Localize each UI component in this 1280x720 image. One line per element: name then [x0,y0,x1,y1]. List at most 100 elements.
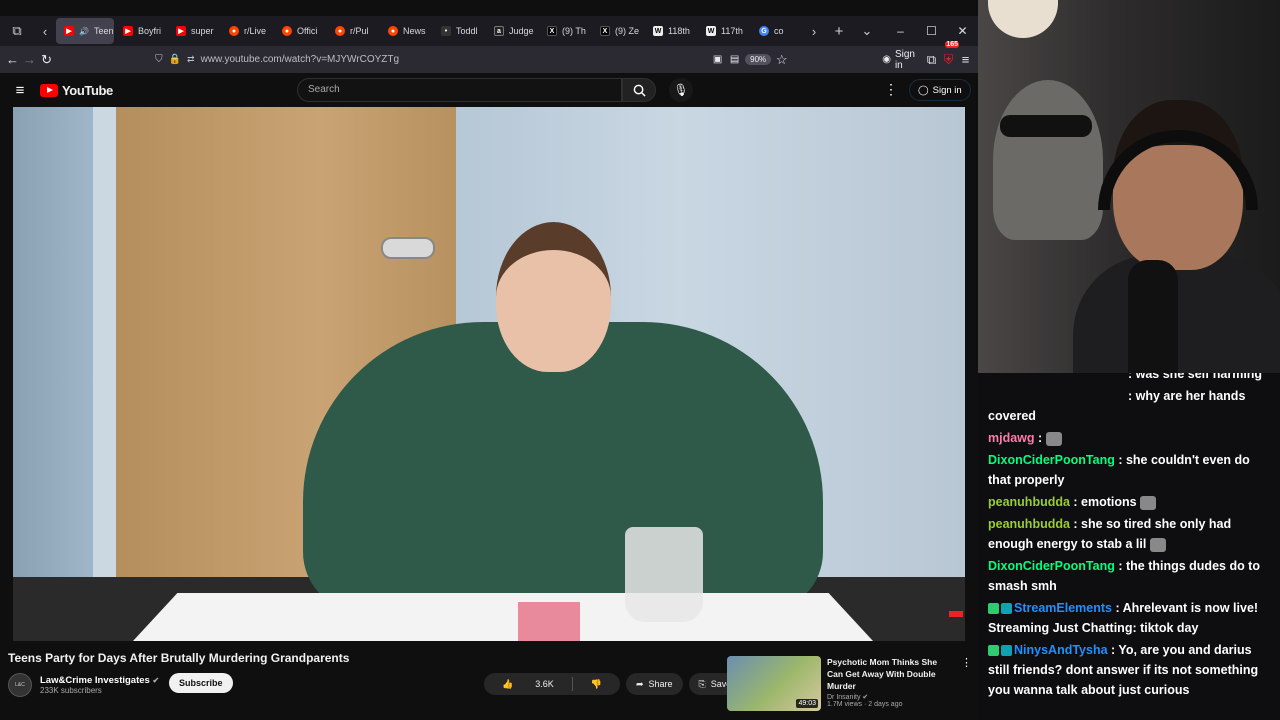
reload-icon[interactable]: ↻ [40,49,53,71]
search-input[interactable]: Search [297,78,622,102]
subscriber-count: 233K subscribers [40,686,102,695]
youtube-play-icon [40,83,58,97]
tab-label: Boyfri [138,26,162,36]
dislike-button[interactable]: 👎 [573,679,620,690]
zoom-level[interactable]: 90% [745,54,772,65]
stream-chat: : was she self harming: why are her hand… [978,373,1280,720]
browser-window: ⧉ ‹ ▶ 🔊 Teen ✕ ▶ Boyfri ▶ super ● r/Live ● Offici ● r… [0,0,978,720]
account-icon: ◉ [882,54,891,65]
ublock-icon[interactable]: ⛨ 165 [942,40,960,71]
shield-icon[interactable]: ⛉ [155,54,163,65]
like-dislike-group: 👍 3.6K 👎 [484,673,620,695]
like-button[interactable]: 👍 3.6K [484,679,572,690]
picture-in-picture-icon[interactable]: ▣ [711,49,724,71]
recommended-thumbnail[interactable]: 49:03 [727,656,821,711]
youtube-signin-button[interactable]: ◯ Sign in [909,79,971,101]
recommended-video[interactable]: 49:03 Psychotic Mom Thinks She Can Get A… [727,656,972,714]
share-button[interactable]: ➦ Share [625,673,683,695]
tab-13[interactable]: Gco [751,18,803,44]
recommended-title[interactable]: Psychotic Mom Thinks She Can Get Away Wi… [827,656,951,692]
youtube-logo[interactable]: YouTube [40,83,113,98]
forward-icon[interactable]: → [23,49,36,71]
new-tab-icon[interactable]: + [825,16,853,46]
close-window-icon[interactable]: ✕ [947,24,978,38]
reddit-favicon-icon: ● [335,26,345,36]
tab-9[interactable]: X (9) Th [539,18,591,44]
tab-label: Toddl [456,26,478,36]
tab-10[interactable]: X (9) Ze [592,18,644,44]
tab-12[interactable]: W 117th [698,18,750,44]
moderator-badge-icon [988,603,999,615]
chat-message: DixonCiderPoonTang : the things dudes do… [988,556,1272,596]
tab-2[interactable]: ▶ super [168,18,220,44]
subscribe-button[interactable]: Subscribe [169,673,233,693]
voice-search-icon[interactable]: 🎙 [669,78,693,102]
chat-username[interactable]: DixonCiderPoonTang [988,453,1115,467]
app-menu-icon[interactable]: ≡ [959,49,972,71]
tab-0[interactable]: ▶🔊Teen✕ [56,18,114,44]
youtube-favicon-icon: ▶ [176,26,186,36]
speaker-icon[interactable]: 🔊 [79,27,89,36]
youtube-favicon-icon: ▶ [64,26,74,36]
webcam-poster-glasses [1000,115,1092,137]
extensions-icon[interactable]: ⧉ [925,49,938,71]
tab-7[interactable]: • Toddl [433,18,485,44]
tab-6[interactable]: ● News [380,18,432,44]
video-frame-cup [625,527,703,622]
lock-icon[interactable]: 🔒 [169,54,181,65]
tab-8[interactable]: a Judge [486,18,538,44]
settings-kebab-icon[interactable]: ⋮ [884,81,898,98]
back-icon[interactable]: ← [6,49,19,71]
webcam-feed [978,0,1280,373]
video-title: Teens Party for Days After Brutally Murd… [8,651,350,665]
tab-5[interactable]: ● r/Pul [327,18,379,44]
tab-11[interactable]: W 118th [645,18,697,44]
tab-3[interactable]: ● r/Live [221,18,273,44]
scroll-tabs-left-icon[interactable]: ‹ [34,16,56,46]
chat-username[interactable]: NinysAndTysha [1014,643,1108,657]
browser-account-button[interactable]: ◉ Sign in [876,49,921,71]
youtube-signin-label: Sign in [932,84,962,96]
chat-message: : was she self harming [988,373,1272,384]
chat-text: : emotions [1069,495,1141,509]
tab-4[interactable]: ● Offici [274,18,326,44]
chat-username[interactable]: StreamElements [1014,601,1112,615]
minimize-icon[interactable]: – [885,24,916,38]
tab-label: 118th [668,26,690,36]
like-count: 3.6K [535,679,554,689]
tab-overview-icon[interactable]: ⧉ [0,16,34,46]
scroll-tabs-right-icon[interactable]: › [803,16,825,46]
maximize-icon[interactable]: ☐ [916,24,947,38]
tab-label: r/Pul [350,26,369,36]
extension-badge: 165 [945,40,960,48]
verified-icon: ✔ [152,676,160,685]
chat-text: : was she self harming [1128,373,1263,381]
webcam-microphone [1128,260,1178,373]
x-favicon-icon: X [600,26,610,36]
reddit-favicon-icon: ● [282,26,292,36]
chat-username[interactable]: DixonCiderPoonTang [988,559,1115,573]
channel-name[interactable]: Law&Crime Investigates ✔ [40,675,159,686]
recommended-kebab-icon[interactable]: ⋮ [961,656,972,714]
search-button[interactable] [622,78,656,102]
bookmark-star-icon[interactable]: ☆ [775,49,788,71]
reader-view-icon[interactable]: ▤ [728,49,741,71]
search-icon [633,84,646,97]
wikipedia-favicon-icon: W [653,26,663,36]
chat-username[interactable]: peanuhbudda [988,495,1070,509]
tab-list-icon[interactable]: ⌄ [853,16,881,46]
channel-avatar[interactable]: L&C [8,673,32,697]
guide-menu-icon[interactable]: ≡ [0,82,40,99]
abc-favicon-icon: a [494,26,504,36]
generic-favicon-icon: • [441,26,451,36]
video-player[interactable] [13,107,965,641]
tab-1[interactable]: ▶ Boyfri [115,18,167,44]
chat-username[interactable]: peanuhbudda [988,517,1070,531]
recommended-channel[interactable]: Dr Insanity ✔ [827,693,951,701]
tab-label: Teen [93,26,114,36]
wikipedia-favicon-icon: W [706,26,716,36]
address-bar[interactable]: ⛉ 🔒 ⇄ www.youtube.com/watch?v=MJYWrCOYZT… [147,49,707,71]
google-favicon-icon: G [759,26,769,36]
permissions-icon[interactable]: ⇄ [187,54,195,65]
chat-username[interactable]: mjdawg [988,431,1035,445]
